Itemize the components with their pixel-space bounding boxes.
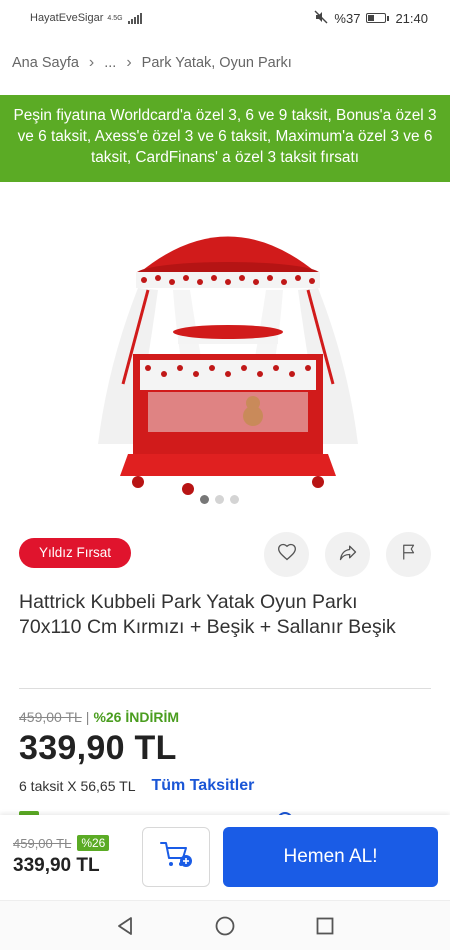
system-nav-bar — [0, 900, 450, 950]
deal-badge: Yıldız Fırsat — [19, 538, 131, 568]
installment-row: 6 taksit X 56,65 TL Tüm Taksitler — [19, 777, 254, 795]
status-bar: HayatEveSigar 4.5G %37 21:40 — [0, 0, 450, 36]
status-right: %37 21:40 — [314, 10, 428, 27]
buy-now-button[interactable]: Hemen AL! — [223, 827, 438, 887]
home-icon[interactable] — [212, 913, 238, 939]
installment-text: 6 taksit X 56,65 TL — [19, 778, 136, 794]
clock: 21:40 — [395, 10, 428, 26]
add-to-cart-button[interactable] — [142, 827, 210, 887]
breadcrumb: Ana Sayfa › ... › Park Yatak, Oyun Parkı — [12, 50, 292, 76]
product-title: Hattrick Kubbeli Park Yatak Oyun Parkı 7… — [19, 591, 396, 638]
price-row: 459,00 TL | %26 İNDİRİM — [19, 709, 179, 725]
discount-label: %26 İNDİRİM — [93, 709, 180, 725]
current-price: 339,90 TL — [19, 729, 177, 767]
recent-apps-icon[interactable] — [312, 913, 338, 939]
report-button[interactable] — [386, 532, 431, 577]
share-button[interactable] — [325, 532, 370, 577]
battery-percent: %37 — [334, 10, 361, 26]
purchase-bar-current-price: 339,90 TL — [13, 855, 100, 876]
back-icon[interactable] — [112, 913, 138, 939]
price-separator: | — [85, 709, 90, 725]
product-image[interactable] — [78, 204, 378, 504]
all-installments-link[interactable]: Tüm Taksitler — [151, 777, 254, 795]
battery-icon — [366, 13, 390, 23]
breadcrumb-ellipsis[interactable]: ... — [104, 55, 116, 71]
flag-icon — [400, 543, 418, 566]
breadcrumb-category[interactable]: Park Yatak, Oyun Parkı — [142, 55, 292, 71]
network-type: 4.5G — [107, 14, 123, 22]
gallery-dot[interactable] — [215, 495, 224, 504]
gallery-dot[interactable] — [200, 495, 209, 504]
gallery-dot[interactable] — [230, 495, 239, 504]
favorite-button[interactable] — [264, 532, 309, 577]
carrier-name: HayatEveSigar — [30, 12, 104, 24]
gallery-dots — [200, 495, 239, 504]
chevron-right-icon: › — [126, 54, 132, 71]
heart-icon — [277, 542, 297, 567]
divider — [19, 688, 431, 689]
product-gallery[interactable] — [0, 182, 450, 517]
signal-icon — [127, 12, 142, 24]
mute-icon — [314, 10, 328, 27]
share-icon — [338, 542, 358, 567]
promo-banner: Peşin fiyatına Worldcard'a özel 3, 6 ve … — [0, 95, 450, 182]
purchase-bar-discount: %26 — [77, 835, 110, 851]
old-price: 459,00 TL — [19, 709, 82, 725]
status-left: HayatEveSigar 4.5G — [30, 12, 142, 24]
add-to-cart-icon — [159, 840, 193, 875]
purchase-bar-old-price: 459,00 TL — [13, 835, 72, 851]
purchase-bar: 459,00 TL %26 339,90 TL Hemen AL! — [0, 815, 450, 900]
purchase-bar-price: 459,00 TL %26 339,90 TL — [13, 835, 110, 877]
breadcrumb-home[interactable]: Ana Sayfa — [12, 55, 79, 71]
purchase-bar-old-row: 459,00 TL %26 — [13, 835, 110, 851]
chevron-right-icon: › — [88, 54, 95, 71]
